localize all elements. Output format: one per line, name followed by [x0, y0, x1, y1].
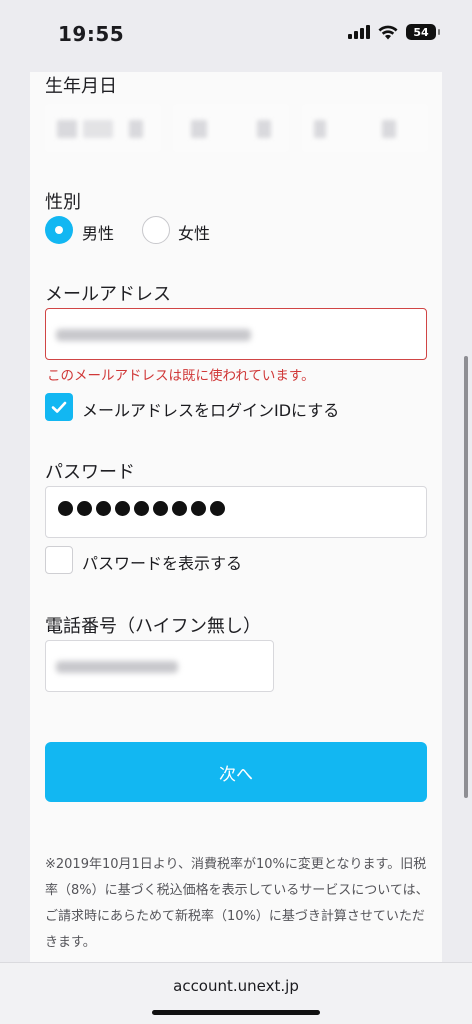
checkmark-icon: [51, 401, 67, 413]
birth-month-select[interactable]: [173, 104, 289, 152]
show-password-checkbox[interactable]: [45, 546, 73, 574]
phone-input[interactable]: [45, 640, 274, 692]
status-bar: 19:55 54: [0, 0, 472, 72]
email-as-login-label[interactable]: メールアドレスをログインIDにする: [82, 397, 339, 421]
wifi-icon: [378, 25, 398, 39]
registration-form: 生年月日 性別 男性 女性 メールアドレス このメールアドレスは既に使われていま…: [30, 72, 442, 962]
status-time: 19:55: [58, 22, 125, 46]
gender-male-label[interactable]: 男性: [82, 220, 114, 244]
gender-male-radio[interactable]: [45, 216, 73, 244]
password-input[interactable]: [45, 486, 427, 538]
home-indicator[interactable]: [152, 1010, 320, 1015]
page-scrollbar[interactable]: [464, 356, 468, 798]
battery-icon: 54: [406, 24, 440, 40]
email-error-message: このメールアドレスは既に使われています。: [47, 368, 315, 384]
cellular-signal-icon: [348, 25, 370, 39]
browser-address-bar: account.unext.jp: [0, 962, 472, 1024]
gender-female-radio[interactable]: [142, 216, 170, 244]
gender-label: 性別: [45, 192, 81, 213]
show-password-label[interactable]: パスワードを表示する: [82, 550, 242, 574]
birthdate-label: 生年月日: [45, 76, 117, 97]
battery-level: 54: [413, 25, 429, 39]
email-input[interactable]: [45, 308, 427, 360]
url-text[interactable]: account.unext.jp: [0, 977, 472, 995]
password-mask: [58, 501, 225, 516]
gender-female-label[interactable]: 女性: [178, 220, 210, 244]
birth-year-select[interactable]: [45, 104, 161, 152]
password-label: パスワード: [45, 462, 135, 483]
next-button[interactable]: 次へ: [45, 742, 427, 802]
tax-notice: ※2019年10月1日より、消費税率が10%に変更となります。旧税率（8%）に基…: [45, 857, 429, 950]
status-icons: 54: [348, 24, 440, 40]
email-as-login-checkbox[interactable]: [45, 393, 73, 421]
email-label: メールアドレス: [45, 284, 171, 305]
birth-day-select[interactable]: [302, 104, 428, 152]
phone-label: 電話番号（ハイフン無し）: [45, 616, 261, 637]
